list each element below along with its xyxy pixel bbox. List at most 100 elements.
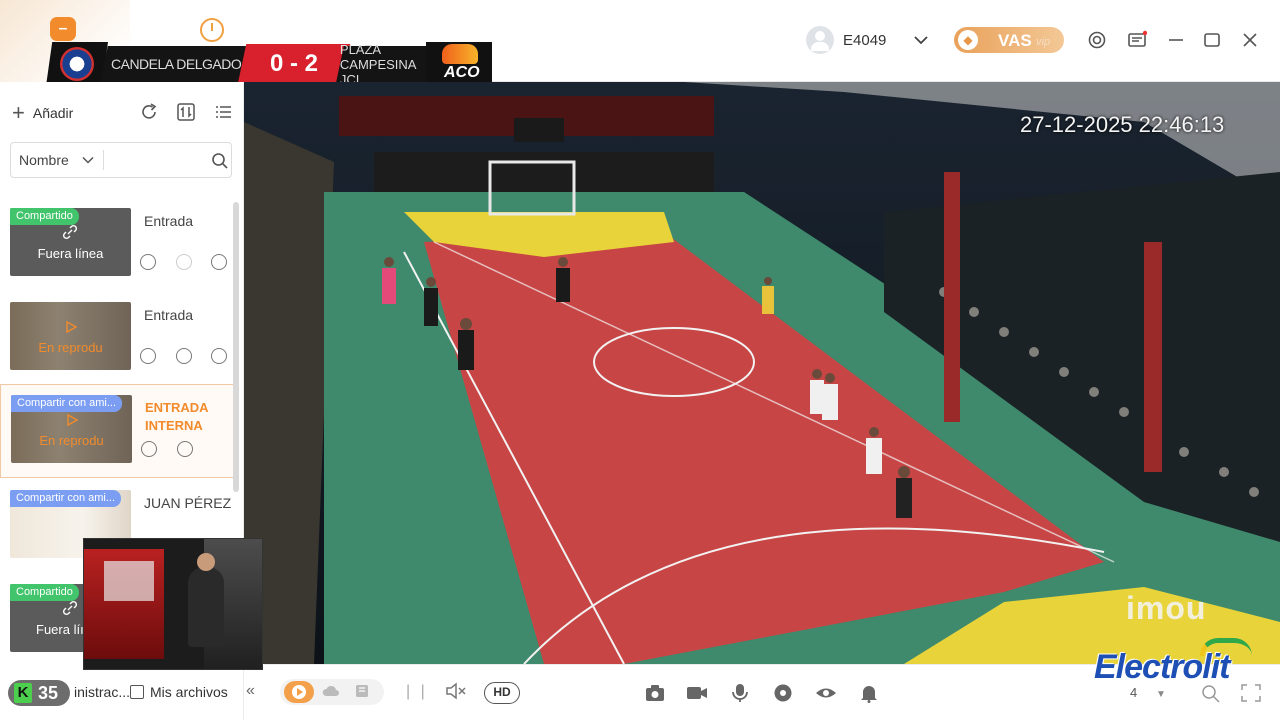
pause-button[interactable]: | | xyxy=(406,683,428,701)
clock-icon[interactable] xyxy=(200,18,224,42)
score-text: 0 - 2 xyxy=(269,50,319,77)
search-divider xyxy=(103,150,104,170)
shared-tag: Compartido xyxy=(10,584,79,601)
play-icon[interactable] xyxy=(177,441,193,457)
message-icon[interactable] xyxy=(1127,30,1147,50)
username-label[interactable]: E4049 xyxy=(843,32,886,49)
my-files-link[interactable]: Mis archivos xyxy=(130,684,228,700)
app-window: – E4049 ◆ VAS vip CANDELA DELGADO 0 - 2 … xyxy=(0,0,1280,720)
search-icon[interactable] xyxy=(211,152,229,170)
split-chevron-down-icon[interactable]: ▼ xyxy=(1156,689,1166,700)
user-avatar[interactable] xyxy=(806,26,834,54)
view-eye-icon[interactable] xyxy=(815,683,837,703)
app-logo-icon[interactable]: – xyxy=(50,17,76,41)
score-box: 0 - 2 xyxy=(237,44,351,84)
fullscreen-icon[interactable] xyxy=(1240,683,1262,703)
link-broken-icon xyxy=(62,600,78,616)
imou-watermark: imou xyxy=(1126,590,1207,626)
play-icon[interactable] xyxy=(176,348,192,364)
pip-person-head xyxy=(197,553,215,571)
alarm-bell-icon[interactable] xyxy=(858,683,880,703)
device-settings-icon[interactable] xyxy=(211,348,227,364)
close-icon[interactable] xyxy=(1240,30,1260,50)
add-device-label: Añadir xyxy=(32,105,74,121)
device-item[interactable]: Fuera línea Compartido Entrada xyxy=(0,198,236,290)
device-item-selected[interactable]: En reprodu Compartir con ami... ENTRADA … xyxy=(0,384,236,478)
my-files-label: Mis archivos xyxy=(150,684,228,700)
kick-logo-icon: K xyxy=(14,683,32,703)
electrolit-sponsor-logo: Electrolit xyxy=(1094,648,1230,686)
device-search-box: Nombre xyxy=(10,142,232,178)
sidebar-toolbar: + Añadir xyxy=(0,82,244,140)
link-broken-icon xyxy=(62,224,78,240)
pip-camera-overlay xyxy=(83,538,263,670)
maximize-icon[interactable] xyxy=(1202,30,1222,50)
flame-logo-icon xyxy=(442,44,478,64)
split-screen-select[interactable]: 4 xyxy=(1130,685,1137,700)
play-disabled-icon xyxy=(176,254,192,270)
team-left-crest xyxy=(46,42,108,86)
team-right-name: PLAZA CAMPESINA JCI xyxy=(336,42,436,87)
account-chevron-down-icon[interactable] xyxy=(913,32,929,48)
device-status: Fuera línea xyxy=(37,246,104,261)
hd-quality-button[interactable]: HD xyxy=(484,682,520,704)
playback-clock-icon[interactable] xyxy=(140,348,156,364)
ptz-control-icon[interactable] xyxy=(772,683,794,703)
collapse-sidebar-button[interactable]: « xyxy=(246,682,255,700)
kick-viewer-badge: K 35 xyxy=(8,680,70,706)
mute-icon[interactable] xyxy=(444,681,468,701)
search-filter-select[interactable]: Nombre xyxy=(19,152,69,168)
settings-circle-icon[interactable] xyxy=(1087,30,1107,50)
court-scene xyxy=(244,82,1280,664)
play-icon xyxy=(66,320,78,334)
vas-label: VAS xyxy=(998,31,1032,50)
plus-icon: + xyxy=(12,100,25,125)
search-input[interactable] xyxy=(109,148,205,172)
vas-vip-suffix: vip xyxy=(1036,36,1051,48)
playback-clock-icon[interactable] xyxy=(141,441,157,457)
refresh-icon[interactable] xyxy=(139,102,159,122)
team-left-name: CANDELA DELGADO xyxy=(100,46,252,82)
team-right-text: PLAZA CAMPESINA JCI xyxy=(340,41,416,87)
snapshot-camera-icon[interactable] xyxy=(644,683,666,703)
device-settings-icon[interactable] xyxy=(211,254,227,270)
scoreboard-overlay: CANDELA DELGADO 0 - 2 PLAZA CAMPESINA JC… xyxy=(46,42,492,87)
share-with-friends-tag: Compartir con ami... xyxy=(10,490,122,507)
video-timestamp: 27-12-2025 22:46:13 xyxy=(1020,112,1225,137)
play-icon xyxy=(67,413,79,427)
diamond-icon: ◆ xyxy=(958,30,978,50)
stream-source-toggle xyxy=(280,679,384,705)
viewer-count: 35 xyxy=(38,683,59,703)
chevron-down-icon[interactable] xyxy=(81,153,95,167)
aco-logo-text: ACO xyxy=(444,64,480,81)
sidebar-footer: K 35 inistrac... Mis archivos « xyxy=(0,672,255,720)
talk-microphone-icon[interactable] xyxy=(729,683,751,703)
device-name: Entrada xyxy=(144,213,194,229)
sponsor-aco-logo: ACO xyxy=(426,42,492,86)
device-name: JUAN PÉREZ xyxy=(144,495,232,511)
list-view-icon[interactable] xyxy=(214,102,234,122)
pip-screen xyxy=(104,561,154,601)
folder-icon xyxy=(130,685,144,699)
minimize-icon[interactable] xyxy=(1166,30,1186,50)
sidebar-scrollbar[interactable] xyxy=(233,202,239,492)
device-status: En reprodu xyxy=(39,433,104,448)
device-name: Entrada xyxy=(144,307,194,323)
device-item[interactable]: En reprodu Entrada xyxy=(0,292,236,384)
sd-card-icon[interactable] xyxy=(354,684,370,698)
device-status: En reprodu xyxy=(38,340,103,355)
cloud-icon[interactable] xyxy=(322,684,340,698)
live-play-button[interactable] xyxy=(284,681,314,703)
device-name: ENTRADA INTERNA xyxy=(145,400,209,433)
record-video-icon[interactable] xyxy=(686,683,708,703)
playback-clock-icon[interactable] xyxy=(140,254,156,270)
team-left-text: CANDELA DELGADO xyxy=(110,56,242,72)
add-device-button[interactable]: + Añadir xyxy=(12,102,73,124)
device-thumbnail[interactable]: En reprodu xyxy=(10,302,131,370)
administration-link[interactable]: inistrac... xyxy=(74,684,130,700)
shared-tag: Compartido xyxy=(10,208,79,225)
pip-person xyxy=(188,567,224,647)
live-video-view[interactable]: 27-12-2025 22:46:13 imou xyxy=(244,82,1280,664)
sort-icon[interactable] xyxy=(176,102,196,122)
vas-button[interactable]: ◆ VAS vip xyxy=(954,27,1064,53)
